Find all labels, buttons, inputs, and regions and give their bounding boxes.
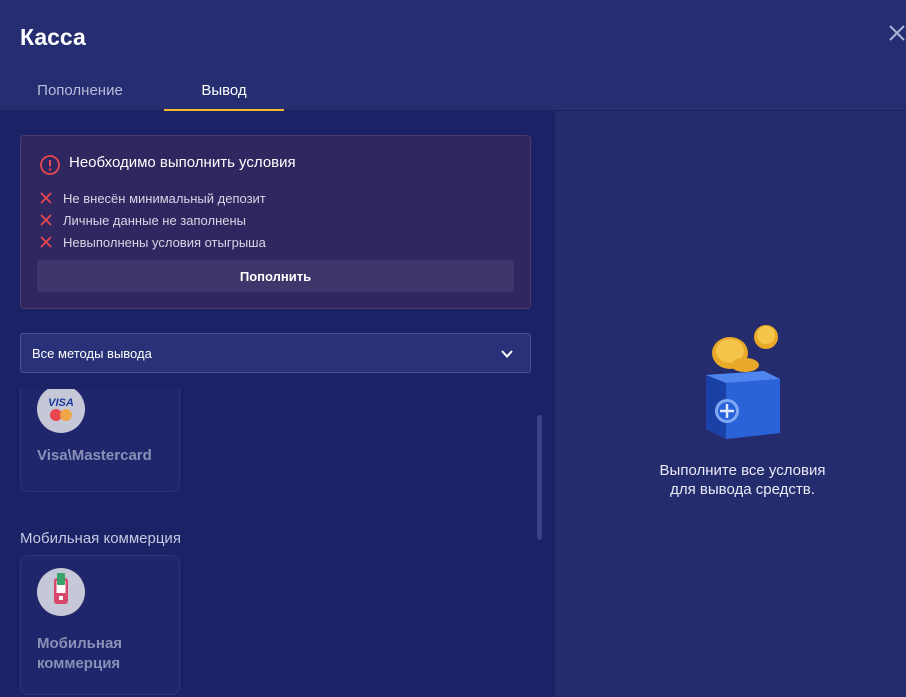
scrollbar[interactable] <box>537 415 542 540</box>
condition-item: Не внесён минимальный депозит <box>39 190 266 206</box>
cross-icon <box>40 236 52 248</box>
safe-coins-icon <box>706 325 780 439</box>
alert-circle-icon <box>40 155 60 175</box>
visa-mastercard-logo: VISA <box>37 389 85 433</box>
cross-icon <box>40 214 52 226</box>
conditions-alert: Необходимо выполнить условия Не внесён м… <box>20 135 531 309</box>
tab-deposit[interactable]: Пополнение <box>20 70 140 111</box>
cross-icon <box>40 192 52 204</box>
visa-logo-text: VISA <box>48 397 74 409</box>
section-title-mobile: Мобильная коммерция <box>20 530 181 547</box>
withdraw-panel: Необходимо выполнить условия Не внесён м… <box>0 111 555 697</box>
method-card-mobile-commerce[interactable]: Мобильная коммерция <box>20 555 180 695</box>
methods-list: VISA Visa\Mastercard Мобильная коммерция… <box>0 389 555 697</box>
condition-text: Невыполнены условия отыгрыша <box>63 234 266 250</box>
modal-title: Касса <box>20 24 86 50</box>
info-message: Выполните все условия для вывода средств… <box>555 461 906 499</box>
condition-text: Личные данные не заполнены <box>63 212 247 228</box>
info-panel: Выполните все условия для вывода средств… <box>555 111 906 697</box>
mobile-phone-icon <box>37 568 85 616</box>
method-card-visa-mastercard[interactable]: VISA Visa\Mastercard <box>20 389 180 492</box>
withdraw-method-select[interactable]: Все методы вывода <box>20 333 531 373</box>
modal-header: Касса Пополнение Вывод <box>0 0 906 111</box>
info-message-line2: для вывода средств. <box>670 481 815 498</box>
info-message-line1: Выполните все условия <box>659 462 826 479</box>
chevron-down-icon <box>501 350 513 358</box>
alert-title: Необходимо выполнить условия <box>69 154 296 171</box>
condition-item: Невыполнены условия отыгрыша <box>39 234 266 250</box>
method-label: Мобильная коммерция <box>37 635 123 672</box>
select-value: Все методы вывода <box>32 346 152 361</box>
tab-withdraw[interactable]: Вывод <box>164 70 284 111</box>
condition-text: Не внесён минимальный депозит <box>63 190 266 206</box>
condition-item: Личные данные не заполнены <box>39 212 246 228</box>
close-icon[interactable] <box>884 20 906 46</box>
topup-button[interactable]: Пополнить <box>37 260 514 292</box>
method-label: Visa\Mastercard <box>37 447 152 464</box>
